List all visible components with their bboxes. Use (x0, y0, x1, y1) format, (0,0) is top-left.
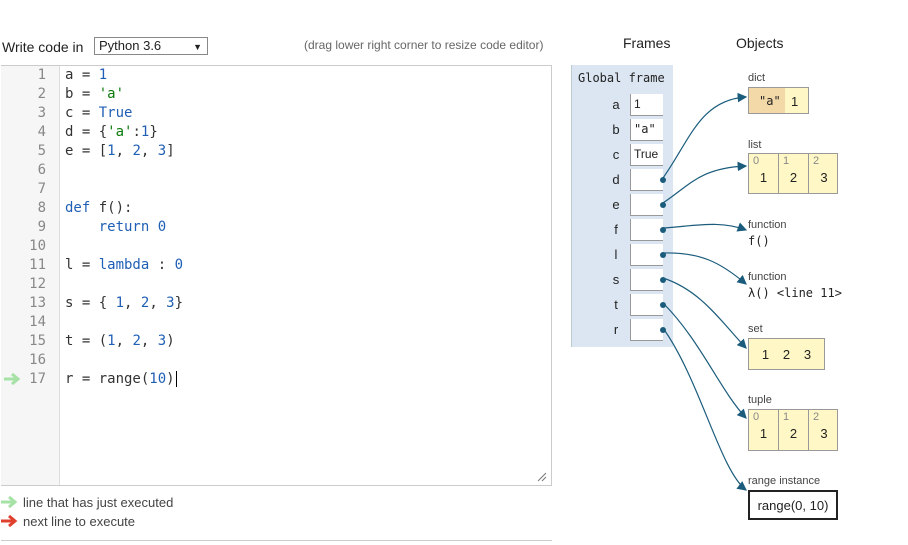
arrow-t (662, 302, 747, 419)
pointer-arrows (662, 92, 748, 491)
arrow-d (662, 92, 748, 179)
arrow-l (662, 252, 747, 285)
arrow-s (662, 277, 747, 349)
arrow-f (662, 222, 748, 232)
arrow-r (662, 327, 747, 491)
arrow-e (662, 161, 748, 204)
